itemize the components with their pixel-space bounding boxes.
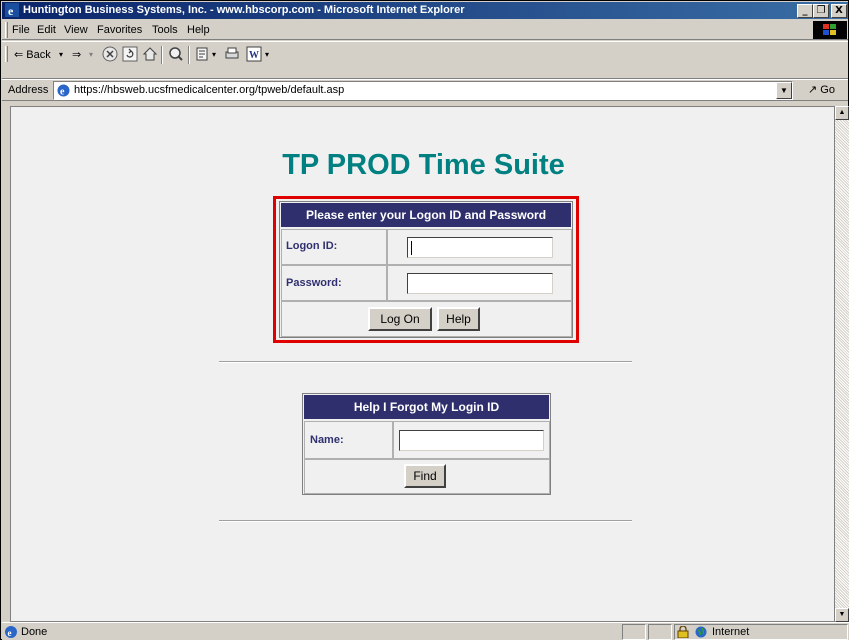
help-button[interactable]: Help (437, 307, 480, 331)
text-caret (411, 241, 412, 255)
edit-dropdown-icon[interactable]: ▾ (265, 47, 269, 63)
title-bar: e Huntington Business Systems, Inc. - ww… (2, 2, 848, 19)
address-input[interactable]: e https://hbsweb.ucsfmedicalcenter.org/t… (53, 81, 793, 100)
refresh-icon[interactable] (122, 46, 138, 62)
search-icon[interactable] (168, 46, 184, 62)
status-text: Done (21, 626, 48, 638)
forgot-id-form: Help I Forgot My Login ID Name: Find (302, 393, 551, 495)
menu-tools[interactable]: Tools (152, 24, 178, 36)
status-panel (622, 624, 646, 640)
go-arrow-icon: ↗ (808, 84, 818, 96)
logon-id-label-cell: Logon ID: (281, 229, 387, 265)
history-dropdown-icon[interactable]: ▾ (212, 47, 216, 63)
menu-grip (5, 22, 8, 38)
name-input[interactable] (399, 430, 544, 451)
name-input-cell (393, 421, 550, 459)
password-label-cell: Password: (281, 265, 387, 301)
status-bar: e Done Internet (2, 622, 849, 640)
menu-edit[interactable]: Edit (37, 24, 56, 36)
page-done-icon: e (5, 626, 17, 638)
find-button[interactable]: Find (404, 464, 446, 488)
password-input[interactable] (407, 273, 553, 294)
page-ie-icon: e (56, 83, 71, 98)
menu-help[interactable]: Help (187, 24, 210, 36)
divider (219, 520, 632, 522)
home-icon[interactable] (142, 46, 158, 62)
password-input-cell (387, 265, 572, 301)
windows-logo-throbber (813, 21, 847, 39)
vertical-scrollbar[interactable]: ▲ ▼ (835, 106, 849, 622)
browser-window: e Huntington Business Systems, Inc. - ww… (0, 0, 849, 640)
go-label: Go (820, 84, 835, 96)
stop-icon[interactable] (102, 46, 118, 62)
internet-explorer-icon: e (5, 3, 19, 17)
password-label: Password: (286, 277, 342, 289)
back-dropdown-icon[interactable]: ▾ (59, 47, 63, 63)
menu-view[interactable]: View (64, 24, 88, 36)
lock-icon (677, 626, 689, 638)
menu-file[interactable]: File (12, 24, 30, 36)
logon-id-input-cell (387, 229, 572, 265)
name-label: Name: (310, 434, 344, 446)
find-button-cell: Find (304, 459, 550, 494)
print-icon[interactable] (224, 46, 240, 62)
log-on-button[interactable]: Log On (368, 307, 432, 331)
scroll-down-icon[interactable]: ▼ (835, 608, 849, 622)
maximize-button[interactable]: ❐ (813, 4, 829, 18)
logon-form-header: Please enter your Logon ID and Password (281, 203, 571, 227)
address-label: Address (8, 84, 49, 96)
logon-id-label: Logon ID: (286, 240, 338, 252)
content-gutter (2, 102, 10, 622)
page-content: TP PROD Time Suite Please enter your Log… (10, 106, 835, 622)
page-title: TP PROD Time Suite (282, 149, 565, 181)
name-label-cell: Name: (304, 421, 393, 459)
svg-text:W: W (249, 50, 259, 61)
svg-text:e: e (60, 87, 65, 98)
standard-toolbar: ⇐ Back ▾ ⇒ ▾ ▾ W ▾ (2, 41, 848, 79)
edit-word-icon[interactable]: W (246, 46, 262, 62)
divider (219, 361, 632, 363)
forgot-id-form-header: Help I Forgot My Login ID (304, 395, 549, 419)
status-zone-panel: Internet (674, 624, 848, 640)
windows-logo-icon (823, 24, 836, 35)
logon-buttons-cell: Log On Help (281, 301, 572, 337)
status-panel (648, 624, 672, 640)
menu-favorites[interactable]: Favorites (97, 24, 142, 36)
go-button[interactable]: ↗ Go (808, 83, 846, 99)
close-button[interactable]: X (831, 4, 847, 18)
toolbar-grip (5, 46, 8, 62)
history-icon[interactable] (195, 46, 211, 62)
address-bar: Address e https://hbsweb.ucsfmedicalcent… (2, 79, 848, 101)
forward-dropdown-icon[interactable]: ▾ (89, 47, 93, 63)
svg-text:e: e (8, 628, 12, 638)
toolbar-separator (161, 46, 163, 64)
svg-text:e: e (8, 4, 14, 17)
back-button[interactable]: ⇐ Back (14, 47, 51, 63)
globe-icon (695, 626, 707, 638)
logon-id-input[interactable] (407, 237, 553, 258)
address-url: https://hbsweb.ucsfmedicalcenter.org/tpw… (74, 84, 345, 96)
toolbar-separator (188, 46, 190, 64)
scroll-up-icon[interactable]: ▲ (835, 106, 849, 120)
forward-button[interactable]: ⇒ (72, 47, 81, 63)
window-title: Huntington Business Systems, Inc. - www.… (23, 4, 465, 16)
security-zone: Internet (712, 626, 750, 638)
minimize-button[interactable]: _ (797, 4, 813, 18)
logon-form: Please enter your Logon ID and Password … (279, 201, 573, 338)
address-dropdown-icon[interactable]: ▼ (776, 82, 792, 99)
menu-bar: File Edit View Favorites Tools Help (2, 20, 848, 40)
